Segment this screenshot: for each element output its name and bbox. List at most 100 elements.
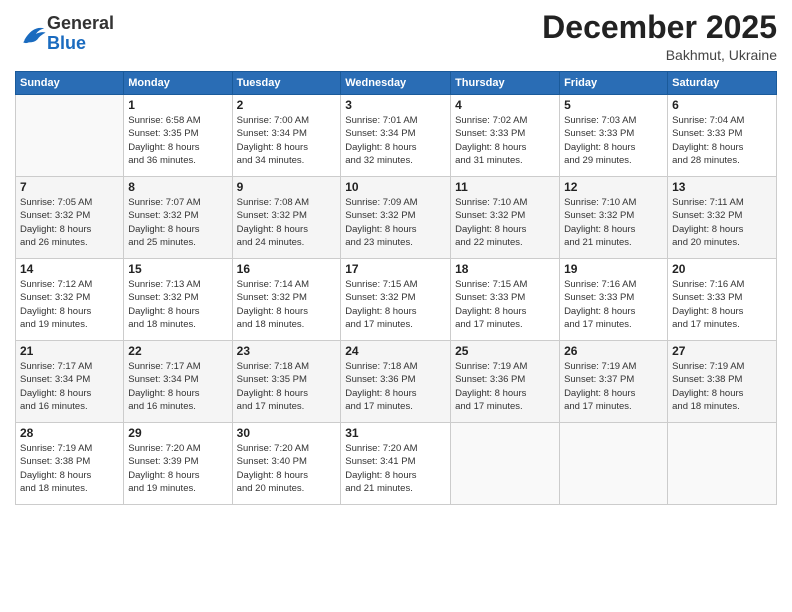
day-number: 17 — [345, 262, 446, 276]
calendar-cell: 1 Sunrise: 6:58 AM Sunset: 3:35 PM Daylig… — [124, 95, 232, 177]
day-info: Sunrise: 7:20 AM Sunset: 3:40 PM Dayligh… — [237, 442, 337, 495]
day-number: 16 — [237, 262, 337, 276]
day-number: 24 — [345, 344, 446, 358]
calendar-cell: 16 Sunrise: 7:14 AM Sunset: 3:32 PM Dayli… — [232, 259, 341, 341]
day-info: Sunrise: 7:10 AM Sunset: 3:32 PM Dayligh… — [455, 196, 555, 249]
logo-blue-text: Blue — [47, 34, 114, 54]
calendar-week-row: 1 Sunrise: 6:58 AM Sunset: 3:35 PM Daylig… — [16, 95, 777, 177]
weekday-header: Tuesday — [232, 72, 341, 95]
day-info: Sunrise: 7:10 AM Sunset: 3:32 PM Dayligh… — [564, 196, 663, 249]
calendar-cell: 27Sunrise: 7:19 AM Sunset: 3:38 PM Dayli… — [668, 341, 777, 423]
day-info: Sunrise: 7:01 AM Sunset: 3:34 PM Dayligh… — [345, 114, 446, 167]
calendar-cell: 18 Sunrise: 7:15 AM Sunset: 3:33 PM Dayli… — [451, 259, 560, 341]
calendar-cell: 23 Sunrise: 7:18 AM Sunset: 3:35 PM Dayli… — [232, 341, 341, 423]
calendar-cell: 3 Sunrise: 7:01 AM Sunset: 3:34 PM Daylig… — [341, 95, 451, 177]
calendar-cell: 28 Sunrise: 7:19 AM Sunset: 3:38 PM Dayli… — [16, 423, 124, 505]
calendar-cell: 30Sunrise: 7:20 AM Sunset: 3:40 PM Dayli… — [232, 423, 341, 505]
logo: General Blue — [15, 14, 114, 54]
calendar-week-row: 14Sunrise: 7:12 AM Sunset: 3:32 PM Dayli… — [16, 259, 777, 341]
day-info: Sunrise: 7:15 AM Sunset: 3:32 PM Dayligh… — [345, 278, 446, 331]
calendar-cell: 11 Sunrise: 7:10 AM Sunset: 3:32 PM Dayli… — [451, 177, 560, 259]
weekday-header: Friday — [560, 72, 668, 95]
day-number: 15 — [128, 262, 227, 276]
day-info: Sunrise: 7:19 AM Sunset: 3:36 PM Dayligh… — [455, 360, 555, 413]
day-number: 12 — [564, 180, 663, 194]
calendar-cell: 13 Sunrise: 7:11 AM Sunset: 3:32 PM Dayli… — [668, 177, 777, 259]
day-number: 29 — [128, 426, 227, 440]
day-number: 2 — [237, 98, 337, 112]
day-info: Sunrise: 7:04 AM Sunset: 3:33 PM Dayligh… — [672, 114, 772, 167]
day-info: Sunrise: 7:16 AM Sunset: 3:33 PM Dayligh… — [564, 278, 663, 331]
calendar-body: 1 Sunrise: 6:58 AM Sunset: 3:35 PM Daylig… — [16, 95, 777, 505]
calendar-cell: 29 Sunrise: 7:20 AM Sunset: 3:39 PM Dayli… — [124, 423, 232, 505]
day-number: 27 — [672, 344, 772, 358]
weekday-header: Sunday — [16, 72, 124, 95]
day-info: Sunrise: 6:58 AM Sunset: 3:35 PM Dayligh… — [128, 114, 227, 167]
calendar-cell: 9Sunrise: 7:08 AM Sunset: 3:32 PM Daylig… — [232, 177, 341, 259]
weekday-header: Monday — [124, 72, 232, 95]
calendar: SundayMondayTuesdayWednesdayThursdayFrid… — [15, 71, 777, 505]
day-info: Sunrise: 7:17 AM Sunset: 3:34 PM Dayligh… — [128, 360, 227, 413]
day-number: 19 — [564, 262, 663, 276]
logo-icon — [19, 20, 47, 48]
day-number: 23 — [237, 344, 337, 358]
calendar-cell: 15 Sunrise: 7:13 AM Sunset: 3:32 PM Dayli… — [124, 259, 232, 341]
page: General Blue December 2025 Bakhmut, Ukra… — [0, 0, 792, 612]
day-number: 31 — [345, 426, 446, 440]
calendar-week-row: 28 Sunrise: 7:19 AM Sunset: 3:38 PM Dayli… — [16, 423, 777, 505]
day-number: 3 — [345, 98, 446, 112]
calendar-cell: 6 Sunrise: 7:04 AM Sunset: 3:33 PM Daylig… — [668, 95, 777, 177]
calendar-cell: 8Sunrise: 7:07 AM Sunset: 3:32 PM Daylig… — [124, 177, 232, 259]
weekday-header: Saturday — [668, 72, 777, 95]
calendar-cell: 7 Sunrise: 7:05 AM Sunset: 3:32 PM Daylig… — [16, 177, 124, 259]
calendar-cell: 5Sunrise: 7:03 AM Sunset: 3:33 PM Daylig… — [560, 95, 668, 177]
day-number: 6 — [672, 98, 772, 112]
day-info: Sunrise: 7:16 AM Sunset: 3:33 PM Dayligh… — [672, 278, 772, 331]
calendar-cell: 4Sunrise: 7:02 AM Sunset: 3:33 PM Daylig… — [451, 95, 560, 177]
calendar-week-row: 21 Sunrise: 7:17 AM Sunset: 3:34 PM Dayli… — [16, 341, 777, 423]
day-info: Sunrise: 7:18 AM Sunset: 3:36 PM Dayligh… — [345, 360, 446, 413]
calendar-cell — [668, 423, 777, 505]
header: General Blue December 2025 Bakhmut, Ukra… — [15, 10, 777, 63]
day-info: Sunrise: 7:17 AM Sunset: 3:34 PM Dayligh… — [20, 360, 119, 413]
calendar-cell: 19 Sunrise: 7:16 AM Sunset: 3:33 PM Dayli… — [560, 259, 668, 341]
day-number: 1 — [128, 98, 227, 112]
day-info: Sunrise: 7:13 AM Sunset: 3:32 PM Dayligh… — [128, 278, 227, 331]
day-number: 11 — [455, 180, 555, 194]
logo-general-text: General — [47, 14, 114, 34]
day-info: Sunrise: 7:20 AM Sunset: 3:39 PM Dayligh… — [128, 442, 227, 495]
weekday-header: Wednesday — [341, 72, 451, 95]
day-number: 14 — [20, 262, 119, 276]
day-info: Sunrise: 7:15 AM Sunset: 3:33 PM Dayligh… — [455, 278, 555, 331]
day-number: 28 — [20, 426, 119, 440]
calendar-header: SundayMondayTuesdayWednesdayThursdayFrid… — [16, 72, 777, 95]
calendar-cell — [560, 423, 668, 505]
calendar-cell: 12 Sunrise: 7:10 AM Sunset: 3:32 PM Dayli… — [560, 177, 668, 259]
day-number: 21 — [20, 344, 119, 358]
calendar-cell — [16, 95, 124, 177]
day-number: 8 — [128, 180, 227, 194]
calendar-cell — [451, 423, 560, 505]
weekday-row: SundayMondayTuesdayWednesdayThursdayFrid… — [16, 72, 777, 95]
day-info: Sunrise: 7:18 AM Sunset: 3:35 PM Dayligh… — [237, 360, 337, 413]
day-number: 13 — [672, 180, 772, 194]
calendar-cell: 14Sunrise: 7:12 AM Sunset: 3:32 PM Dayli… — [16, 259, 124, 341]
day-number: 26 — [564, 344, 663, 358]
day-info: Sunrise: 7:14 AM Sunset: 3:32 PM Dayligh… — [237, 278, 337, 331]
day-number: 25 — [455, 344, 555, 358]
calendar-cell: 26Sunrise: 7:19 AM Sunset: 3:37 PM Dayli… — [560, 341, 668, 423]
day-number: 18 — [455, 262, 555, 276]
day-info: Sunrise: 7:20 AM Sunset: 3:41 PM Dayligh… — [345, 442, 446, 495]
calendar-cell: 31 Sunrise: 7:20 AM Sunset: 3:41 PM Dayli… — [341, 423, 451, 505]
day-number: 7 — [20, 180, 119, 194]
calendar-cell: 21 Sunrise: 7:17 AM Sunset: 3:34 PM Dayli… — [16, 341, 124, 423]
day-info: Sunrise: 7:19 AM Sunset: 3:38 PM Dayligh… — [20, 442, 119, 495]
calendar-cell: 2Sunrise: 7:00 AM Sunset: 3:34 PM Daylig… — [232, 95, 341, 177]
day-info: Sunrise: 7:09 AM Sunset: 3:32 PM Dayligh… — [345, 196, 446, 249]
day-info: Sunrise: 7:03 AM Sunset: 3:33 PM Dayligh… — [564, 114, 663, 167]
logo-text: General Blue — [47, 14, 114, 54]
day-number: 20 — [672, 262, 772, 276]
day-info: Sunrise: 7:05 AM Sunset: 3:32 PM Dayligh… — [20, 196, 119, 249]
calendar-cell: 10Sunrise: 7:09 AM Sunset: 3:32 PM Dayli… — [341, 177, 451, 259]
day-info: Sunrise: 7:11 AM Sunset: 3:32 PM Dayligh… — [672, 196, 772, 249]
